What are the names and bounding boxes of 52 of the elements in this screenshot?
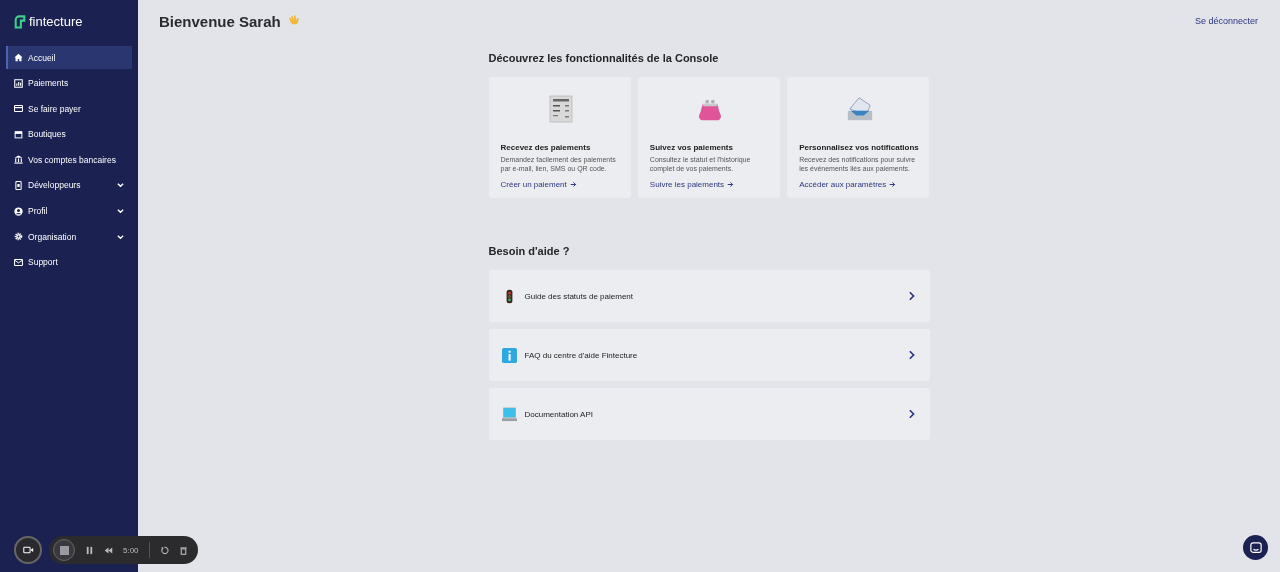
logo-icon — [14, 13, 26, 29]
logo-text: fintecture — [29, 13, 83, 29]
card-link[interactable]: Suivre les paiements — [649, 180, 735, 189]
arrow-right-icon — [727, 181, 735, 188]
gear-icon — [14, 232, 23, 242]
laptop-icon — [501, 406, 517, 422]
chart-icon — [14, 78, 23, 88]
recording-timer: 5:00 — [123, 545, 139, 555]
greeting-heading: Bienvenue Sarah — [159, 12, 281, 30]
help-row[interactable]: FAQ du centre d'aide Fintecture — [488, 329, 930, 381]
card-title: Recevez des paiements — [500, 143, 592, 152]
help-row[interactable]: Guide des statuts de paiement — [488, 270, 930, 322]
pause-icon[interactable] — [85, 545, 94, 555]
restart-icon[interactable] — [159, 545, 169, 555]
user-icon — [14, 206, 23, 216]
nav-item[interactable]: Paiements — [6, 71, 132, 95]
arrow-right-icon — [569, 181, 577, 188]
nav-item[interactable]: Organisation — [6, 225, 132, 249]
nav-item[interactable]: Support — [6, 250, 132, 274]
card-link[interactable]: Créer un paiement — [500, 180, 577, 189]
mail-icon — [14, 257, 23, 267]
phone-icon — [14, 180, 23, 190]
store-icon — [14, 129, 23, 139]
chevron-right-icon — [907, 409, 915, 419]
logout-link[interactable]: Se déconnecter — [1194, 16, 1258, 26]
help-row[interactable]: Documentation API — [488, 388, 930, 440]
card-title: Personnalisez vos notifications — [799, 143, 920, 152]
receipt-icon — [547, 95, 576, 123]
chat-icon — [1249, 541, 1262, 554]
chevron-right-icon — [907, 291, 915, 301]
card-title: Suivez vos paiements — [649, 143, 734, 152]
info-icon — [501, 347, 517, 363]
section-heading: Découvrez les fonctionnalités de la Console — [488, 52, 720, 64]
nav-item[interactable]: Profil — [6, 199, 132, 223]
section-heading: Besoin d'aide ? — [488, 245, 571, 257]
nav-item[interactable]: Se faire payer — [6, 97, 132, 121]
nav-item[interactable]: Accueil — [6, 46, 132, 69]
chevron-right-icon — [907, 350, 915, 360]
bank-icon — [14, 155, 23, 165]
nav-item[interactable]: Développeurs — [6, 173, 132, 197]
video-camera-icon — [22, 546, 34, 554]
trash-icon[interactable] — [178, 545, 188, 555]
rewind-icon[interactable] — [104, 545, 113, 555]
card-icon — [14, 104, 23, 114]
stop-button[interactable] — [53, 539, 75, 561]
nav-item[interactable]: Boutiques — [6, 122, 132, 146]
nav-item[interactable]: Vos comptes bancaires — [6, 148, 132, 172]
home-icon — [14, 53, 23, 62]
envelope-tray-icon — [845, 95, 874, 123]
arrow-right-icon — [889, 181, 897, 188]
card-link[interactable]: Accéder aux paramètres — [799, 180, 897, 189]
chat-button[interactable] — [1243, 535, 1268, 560]
